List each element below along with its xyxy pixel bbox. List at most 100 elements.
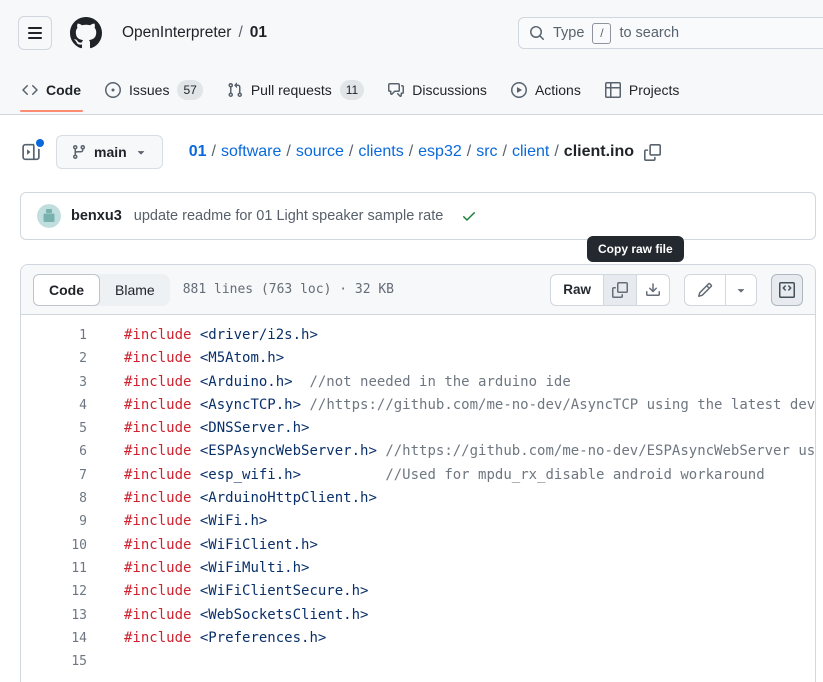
tab-label: Code: [46, 82, 81, 98]
code-line: 9#include <WiFi.h>: [21, 510, 815, 533]
search-input[interactable]: Type / to search: [518, 17, 823, 49]
download-icon: [645, 282, 661, 298]
code-line: 10#include <WiFiClient.h>: [21, 534, 815, 557]
table-icon: [605, 82, 621, 98]
breadcrumb-separator: /: [462, 143, 476, 161]
tab-actions[interactable]: Actions: [503, 60, 589, 116]
edit-dropdown-button[interactable]: [725, 275, 756, 305]
line-number[interactable]: 11: [21, 557, 87, 580]
breadcrumb-link[interactable]: client: [512, 143, 549, 161]
file-header-toolbar: Code Blame 881 lines (763 loc) · 32 KB R…: [21, 265, 815, 315]
file-nav-row: main 01/software/source/clients/esp32/sr…: [22, 135, 807, 169]
breadcrumb-link[interactable]: clients: [358, 143, 403, 161]
code-text: #include <WiFiClientSecure.h>: [87, 580, 368, 603]
slash-key-hint: /: [592, 23, 611, 44]
repo-link[interactable]: 01: [250, 24, 267, 42]
line-number[interactable]: 15: [21, 650, 87, 673]
code-line: 13#include <WebSocketsClient.h>: [21, 604, 815, 627]
code-view-button[interactable]: Code: [33, 274, 100, 306]
code-line: 3#include <Arduino.h> //not needed in th…: [21, 371, 815, 394]
copy-icon: [612, 282, 628, 298]
tab-label: Projects: [629, 82, 680, 98]
repo-tabs: Code Issues57Pull requests11 Discussions Ac…: [0, 62, 823, 114]
code-line: 8#include <ArduinoHttpClient.h>: [21, 487, 815, 510]
line-number[interactable]: 12: [21, 580, 87, 603]
tab-code[interactable]: Code: [14, 60, 89, 116]
code-editor: 1#include <driver/i2s.h>2#include <M5Ato…: [21, 315, 815, 682]
commit-message-link[interactable]: update readme for 01 Light speaker sampl…: [134, 208, 444, 224]
code-line: 7#include <esp_wifi.h> //Used for mpdu_r…: [21, 464, 815, 487]
line-number[interactable]: 8: [21, 487, 87, 510]
code-text: #include <DNSServer.h>: [87, 417, 309, 440]
code-line: 15: [21, 650, 815, 673]
play-icon: [511, 82, 527, 98]
owner-link[interactable]: OpenInterpreter: [122, 24, 231, 42]
top-header-area: OpenInterpreter / 01 Type / to search Co…: [0, 0, 823, 115]
tab-label: Discussions: [412, 82, 487, 98]
code-line: 1#include <driver/i2s.h>: [21, 324, 815, 347]
code-line: 6#include <ESPAsyncWebServer.h> //https:…: [21, 440, 815, 463]
code-line: 11#include <WiFiMulti.h>: [21, 557, 815, 580]
line-number[interactable]: 5: [21, 417, 87, 440]
symbols-panel-button[interactable]: [771, 274, 803, 306]
file-actions: Raw: [550, 274, 803, 306]
line-number[interactable]: 3: [21, 371, 87, 394]
tab-projects[interactable]: Projects: [597, 60, 688, 116]
blame-view-button[interactable]: Blame: [100, 274, 170, 306]
breadcrumb: 01/software/source/clients/esp32/src/cli…: [189, 143, 661, 161]
edit-button-group: [684, 274, 757, 306]
code-text: #include <WebSocketsClient.h>: [87, 604, 368, 627]
copy-raw-button[interactable]: [603, 275, 636, 305]
code-text: #include <ArduinoHttpClient.h>: [87, 487, 377, 510]
search-placeholder-suffix: to search: [619, 25, 679, 41]
code-line: 5#include <DNSServer.h>: [21, 417, 815, 440]
breadcrumb-separator: /: [498, 143, 512, 161]
tab-issues[interactable]: Issues57: [97, 60, 211, 116]
download-raw-button[interactable]: [636, 275, 669, 305]
code-square-icon: [779, 282, 795, 298]
code-text: #include <M5Atom.h>: [87, 347, 284, 370]
github-file-page: OpenInterpreter / 01 Type / to search Co…: [0, 0, 823, 682]
breadcrumb-repo-title: OpenInterpreter / 01: [122, 24, 267, 42]
breadcrumb-link[interactable]: software: [221, 143, 281, 161]
line-number[interactable]: 10: [21, 534, 87, 557]
code-text: #include <WiFi.h>: [87, 510, 267, 533]
line-number[interactable]: 2: [21, 347, 87, 370]
breadcrumb-separator: /: [281, 143, 295, 161]
commit-status-check-icon[interactable]: [461, 208, 477, 224]
file-stats: 881 lines (763 loc) · 32 KB: [183, 282, 394, 297]
breadcrumb-current-file: client.ino: [564, 143, 634, 161]
search-icon: [529, 25, 545, 41]
edit-file-button[interactable]: [685, 275, 725, 305]
line-number[interactable]: 14: [21, 627, 87, 650]
github-logo-icon[interactable]: [70, 17, 102, 49]
branch-selector-button[interactable]: main: [56, 135, 163, 169]
breadcrumb-link[interactable]: src: [476, 143, 497, 161]
line-number[interactable]: 1: [21, 324, 87, 347]
avatar[interactable]: [37, 204, 61, 228]
code-line: 2#include <M5Atom.h>: [21, 347, 815, 370]
line-number[interactable]: 4: [21, 394, 87, 417]
raw-button[interactable]: Raw: [551, 275, 603, 305]
breadcrumb-separator: /: [549, 143, 563, 161]
tab-pull-requests[interactable]: Pull requests11: [219, 60, 372, 116]
breadcrumb-link[interactable]: 01: [189, 143, 207, 161]
breadcrumb-link[interactable]: esp32: [418, 143, 462, 161]
code-text: #include <WiFiClient.h>: [87, 534, 318, 557]
copy-path-button[interactable]: [644, 144, 661, 161]
git-pull-request-icon: [227, 82, 243, 98]
hamburger-menu-button[interactable]: [18, 16, 52, 50]
expand-side-panel-button[interactable]: [22, 143, 40, 161]
line-number[interactable]: 7: [21, 464, 87, 487]
file-content-container: Copy raw file Code Blame 881 lines (763 …: [20, 264, 816, 682]
raw-copy-download-group: Raw: [550, 274, 670, 306]
issue-opened-icon: [105, 82, 121, 98]
code-line: 4#include <AsyncTCP.h> //https://github.…: [21, 394, 815, 417]
commit-author-link[interactable]: benxu3: [71, 208, 122, 224]
line-number[interactable]: 9: [21, 510, 87, 533]
breadcrumb-separator: /: [404, 143, 418, 161]
tab-discussions[interactable]: Discussions: [380, 60, 495, 116]
breadcrumb-link[interactable]: source: [296, 143, 344, 161]
line-number[interactable]: 6: [21, 440, 87, 463]
line-number[interactable]: 13: [21, 604, 87, 627]
